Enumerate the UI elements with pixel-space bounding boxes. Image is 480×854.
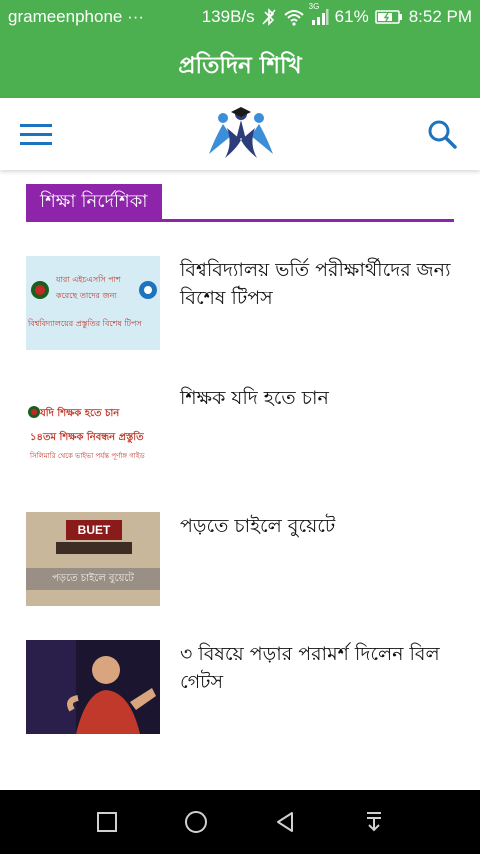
clock: 8:52 PM — [408, 7, 472, 26]
article-thumbnail[interactable] — [26, 640, 160, 734]
wifi-icon — [283, 8, 305, 26]
article-thumbnail[interactable]: যদি শিক্ষক হতে চান ১৪তম শিক্ষক নিবন্ধন প… — [26, 384, 160, 478]
network-speed: 139B/s — [201, 7, 255, 26]
system-nav-bar — [0, 790, 480, 854]
thumbnail-text: ১৪তম শিক্ষক নিবন্ধন প্রস্তুতি — [30, 432, 144, 443]
article-item[interactable]: ৩ বিষয়ে পড়ার পরামর্শ দিলেন বিল গেটস — [26, 640, 466, 768]
article-title[interactable]: পড়তে চাইলে বুয়েটে — [180, 512, 470, 540]
article-thumbnail[interactable]: BUET পড়তে চাইলে বুয়েটে — [26, 512, 160, 606]
bluetooth-icon — [261, 8, 277, 26]
search-icon[interactable] — [424, 116, 460, 152]
status-bar: grameenphone ··· 139B/s 3G 61% 8:52 PM — [0, 0, 480, 34]
signal-icon: 3G — [309, 2, 329, 26]
thumbnail-text: যদি শিক্ষক হতে চান — [40, 408, 120, 419]
app-title: প্রতিদিন শিখি — [178, 52, 302, 79]
home-circle-icon[interactable] — [176, 802, 216, 842]
graduates-logo[interactable] — [205, 104, 277, 164]
article-list: যারা এইচএসসি পাশ করেছে তাদের জন্য বিশ্বব… — [26, 256, 466, 768]
section-title: শিক্ষা নির্দেশিকা — [26, 184, 162, 219]
back-triangle-icon[interactable] — [265, 802, 305, 842]
thumbnail-text: যারা এইচএসসি পাশ — [56, 275, 121, 284]
notification-pull-icon[interactable] — [354, 802, 394, 842]
app-header: প্রতিদিন শিখি — [0, 34, 480, 98]
thumbnail-text: BUET — [66, 520, 122, 540]
thumbnail-text: সিলিমারি থেকে ভাইভা পর্যন্ত পূর্ণাঙ্গ গা… — [30, 452, 145, 460]
article-title[interactable]: বিশ্ববিদ্যালয় ভর্তি পরীক্ষার্থীদের জন্য… — [180, 256, 470, 312]
article-title[interactable]: ৩ বিষয়ে পড়ার পরামর্শ দিলেন বিল গেটস — [180, 640, 470, 696]
hamburger-menu-icon[interactable] — [20, 120, 56, 148]
thumbnail-text: করেছে তাদের জন্য — [56, 291, 117, 300]
article-item[interactable]: BUET পড়তে চাইলে বুয়েটে পড়তে চাইলে বুয… — [26, 512, 466, 640]
section-header: শিক্ষা নির্দেশিকা — [26, 184, 454, 222]
battery-icon — [374, 9, 403, 25]
battery-percent: 61% — [334, 7, 369, 26]
article-title[interactable]: শিক্ষক যদি হতে চান — [180, 384, 470, 412]
article-item[interactable]: যদি শিক্ষক হতে চান ১৪তম শিক্ষক নিবন্ধন প… — [26, 384, 466, 512]
toolbar — [0, 98, 480, 170]
thumbnail-text: বিশ্ববিদ্যালয়ের প্রস্তুতির বিশেষ টিপস — [28, 319, 142, 328]
carrier-name: grameenphone ··· — [8, 7, 145, 26]
network-type-label: 3G — [308, 2, 320, 11]
thumbnail-text: পড়তে চাইলে বুয়েটে — [26, 568, 160, 590]
article-thumbnail[interactable]: যারা এইচএসসি পাশ করেছে তাদের জন্য বিশ্বব… — [26, 256, 160, 350]
recents-square-icon[interactable] — [87, 802, 127, 842]
article-item[interactable]: যারা এইচএসসি পাশ করেছে তাদের জন্য বিশ্বব… — [26, 256, 466, 384]
